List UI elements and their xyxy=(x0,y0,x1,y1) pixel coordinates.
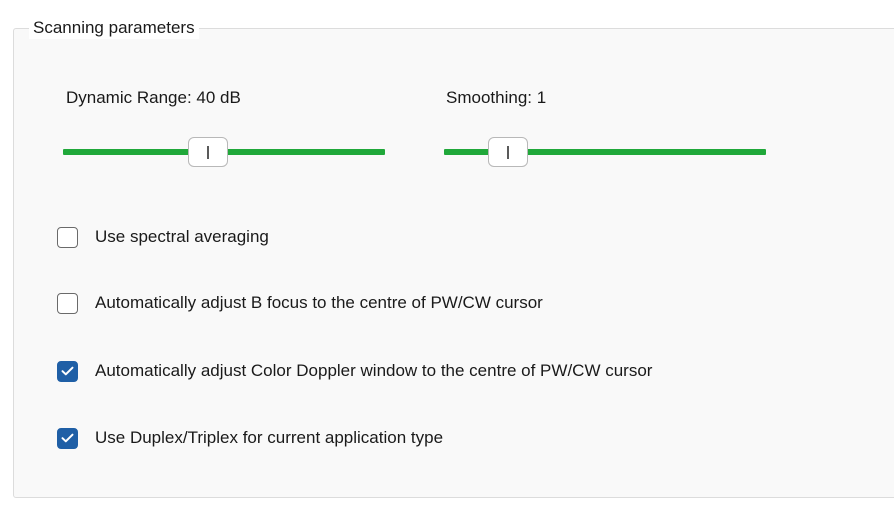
slider-thumb[interactable] xyxy=(187,137,228,167)
slider-thumb[interactable] xyxy=(488,137,529,167)
adjust-color-doppler-label: Automatically adjust Color Doppler windo… xyxy=(95,361,653,380)
duplex-triplex-label: Use Duplex/Triplex for current applicati… xyxy=(95,428,444,447)
spectral-averaging-checkbox[interactable] xyxy=(57,226,78,248)
checkmark-icon xyxy=(61,433,74,443)
spectral-averaging-label: Use spectral averaging xyxy=(95,227,269,246)
smoothing-label: Smoothing: 1 xyxy=(446,88,547,107)
dynamic-range-label: Dynamic Range: 40 dB xyxy=(66,88,241,107)
grip-icon xyxy=(206,146,209,159)
adjust-color-doppler-option[interactable]: Automatically adjust Color Doppler windo… xyxy=(57,358,652,384)
dynamic-range-slider[interactable] xyxy=(63,137,385,167)
duplex-triplex-checkbox[interactable] xyxy=(57,427,78,449)
adjust-color-doppler-checkbox[interactable] xyxy=(57,360,78,382)
grip-icon xyxy=(507,146,510,159)
checkmark-icon xyxy=(61,366,74,376)
duplex-triplex-option[interactable]: Use Duplex/Triplex for current applicati… xyxy=(57,425,443,451)
spectral-averaging-option[interactable]: Use spectral averaging xyxy=(57,224,269,250)
smoothing-slider[interactable] xyxy=(444,137,766,167)
adjust-b-focus-label: Automatically adjust B focus to the cent… xyxy=(95,293,543,312)
group-title: Scanning parameters xyxy=(29,17,199,39)
adjust-b-focus-checkbox[interactable] xyxy=(57,292,78,314)
adjust-b-focus-option[interactable]: Automatically adjust B focus to the cent… xyxy=(57,290,543,316)
